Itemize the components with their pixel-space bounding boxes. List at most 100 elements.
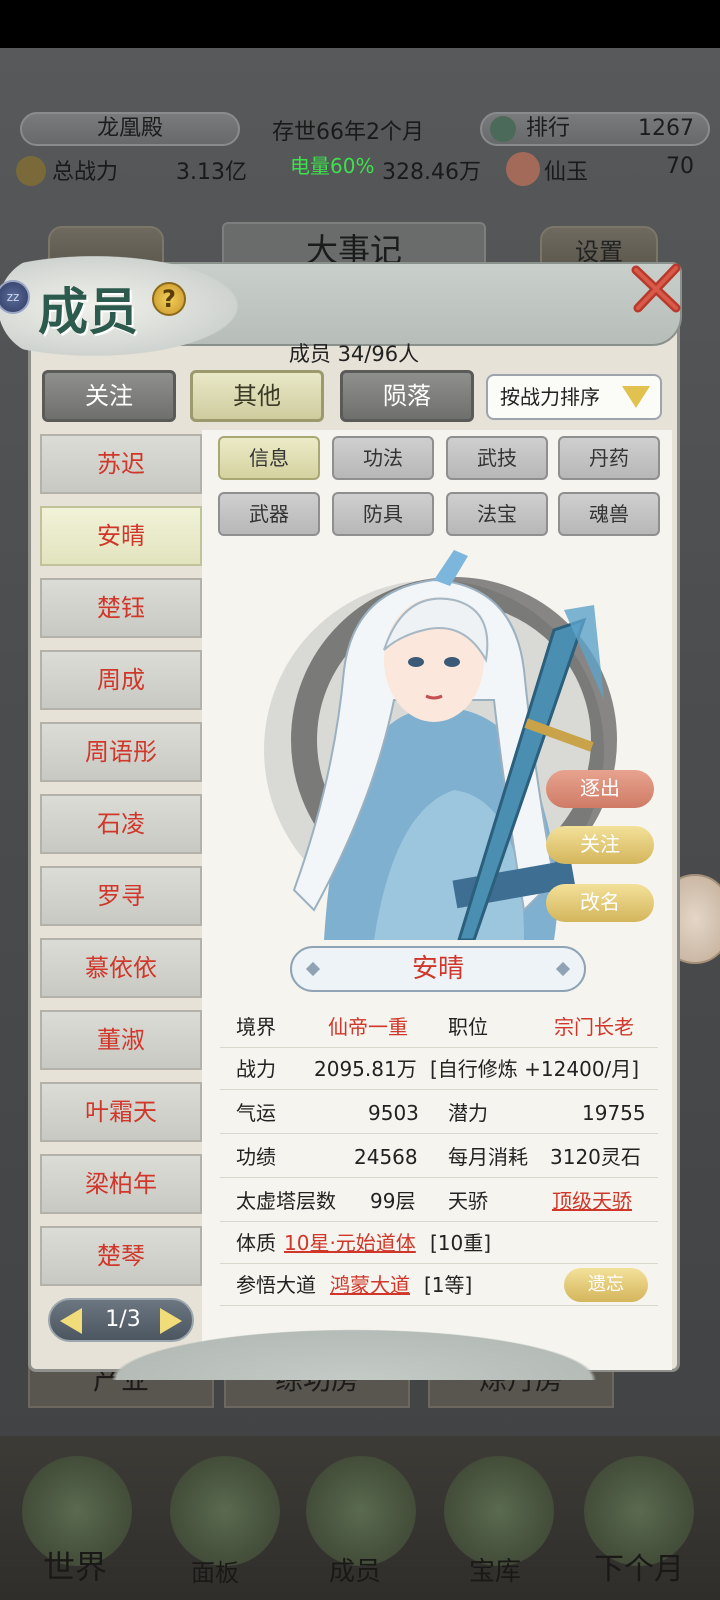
subtab-armor[interactable]: 防具 [332, 492, 434, 536]
rank-value: 1267 [638, 116, 694, 141]
physique-level: [10重] [430, 1231, 492, 1255]
status-bar [0, 0, 720, 48]
list-item[interactable]: 罗寻 [40, 866, 202, 926]
list-item[interactable]: 楚琴 [40, 1226, 202, 1286]
info-row-power: 战力 2095.81万 [自行修炼 +12400/月] [220, 1048, 658, 1090]
position-label: 职位 [448, 1015, 488, 1039]
panel-nav-icon [170, 1456, 280, 1566]
character-portrait [264, 550, 617, 940]
luck-label: 气运 [236, 1101, 276, 1125]
info-row-physique: 体质 10星·元始道体 [10重] [220, 1222, 658, 1264]
jade-value: 70 [666, 154, 694, 179]
dao-value[interactable]: 鸿蒙大道 [330, 1264, 410, 1306]
next-page-icon[interactable] [160, 1308, 182, 1334]
battery-indicator: 电量60% [290, 154, 375, 178]
member-list: 苏迟 安晴 楚钰 周成 周语彤 石凌 罗寻 慕依依 董淑 叶霜天 梁柏年 楚琴 [40, 434, 202, 1304]
chevron-down-icon [622, 386, 650, 408]
list-item[interactable]: 周成 [40, 650, 202, 710]
subtab-soul-beasts[interactable]: 魂兽 [558, 492, 660, 536]
physique-label: 体质 [236, 1231, 276, 1255]
prodigy-value[interactable]: 顶级天骄 [552, 1180, 632, 1222]
power-value: 2095.81万 [314, 1057, 417, 1081]
list-item[interactable]: 董淑 [40, 1010, 202, 1070]
sort-label: 按战力排序 [500, 385, 600, 409]
realm-value: 仙帝一重 [328, 1015, 408, 1039]
subtab-martial-skills[interactable]: 武技 [446, 436, 548, 480]
expel-button[interactable]: 逐出 [546, 770, 654, 808]
member-count: 成员 34/96人 [288, 342, 420, 366]
list-item[interactable]: 苏迟 [40, 434, 202, 494]
member-name-plate: 安晴 [290, 946, 586, 992]
diamond-icon [305, 961, 321, 977]
treasury-nav-icon [444, 1456, 554, 1566]
info-row-merit: 功绩 24568 每月消耗 3120灵石 [220, 1136, 658, 1178]
list-item[interactable]: 楚钰 [40, 578, 202, 638]
follow-button[interactable]: 关注 [546, 826, 654, 864]
sect-age: 存世66年2个月 [272, 120, 424, 145]
luck-value: 9503 [368, 1101, 419, 1125]
info-row-dao: 参悟大道 鸿蒙大道 [1等] 遗忘 [220, 1264, 658, 1306]
nav-world[interactable]: 世界 [10, 1542, 140, 1588]
rank-label: 排行 [526, 116, 571, 141]
subtab-info[interactable]: 信息 [218, 436, 320, 480]
list-item[interactable]: 安晴 [40, 506, 202, 566]
subtab-pills[interactable]: 丹药 [558, 436, 660, 480]
prodigy-label: 天骄 [448, 1189, 488, 1213]
list-item[interactable]: 梁柏年 [40, 1154, 202, 1214]
tower-value: 99层 [370, 1189, 416, 1213]
position-value: 宗门长老 [554, 1015, 634, 1039]
power-value: 3.13亿 [176, 160, 247, 185]
tab-other[interactable]: 其他 [190, 370, 324, 422]
dao-level: [1等] [424, 1273, 473, 1297]
potential-label: 潜力 [448, 1101, 488, 1125]
diamond-icon [555, 961, 571, 977]
rename-button[interactable]: 改名 [546, 884, 654, 922]
pagination: 1/3 [48, 1298, 194, 1342]
power-label: 总战力 [52, 160, 119, 185]
power-label: 战力 [236, 1057, 276, 1081]
subtab-treasures[interactable]: 法宝 [446, 492, 548, 536]
monthly-cost-value: 3120灵石 [550, 1145, 641, 1169]
tower-label: 太虚塔层数 [236, 1189, 336, 1213]
tab-follow[interactable]: 关注 [42, 370, 176, 422]
list-item[interactable]: 慕依依 [40, 938, 202, 998]
members-modal: zz 成员 ? 成员 34/96人 关注 其他 陨落 按战力排序 苏迟 安晴 楚… [0, 256, 690, 1380]
potential-value: 19755 [582, 1101, 646, 1125]
jade-icon [506, 152, 540, 186]
info-row-tower: 太虚塔层数 99层 天骄 顶级天骄 [220, 1180, 658, 1222]
subtab-techniques[interactable]: 功法 [332, 436, 434, 480]
realm-label: 境界 [236, 1015, 276, 1039]
modal-title: 成员 [38, 282, 138, 341]
close-icon[interactable] [626, 258, 686, 318]
bottom-nav: 世界 面板 成员 宝库 下个月 [0, 1436, 720, 1600]
rank-pill[interactable]: 排行 1267 [480, 112, 710, 146]
jade-label: 仙玉 [544, 160, 589, 185]
merit-value: 24568 [354, 1145, 418, 1169]
nav-panel[interactable]: 面板 [150, 1553, 280, 1588]
training-status: [自行修炼 +12400/月] [430, 1057, 640, 1081]
nav-members[interactable]: 成员 [290, 1551, 420, 1588]
location-pill: 龙凰殿 [20, 112, 240, 146]
info-row-realm: 境界 仙帝一重 职位 宗门长老 [220, 1006, 658, 1048]
members-nav-icon [306, 1456, 416, 1566]
spirit-value: 328.46万 [382, 160, 481, 185]
sort-dropdown[interactable]: 按战力排序 [486, 374, 662, 420]
physique-value[interactable]: 10星·元始道体 [284, 1222, 416, 1264]
member-info-table: 境界 仙帝一重 职位 宗门长老 战力 2095.81万 [自行修炼 +12400… [220, 1006, 658, 1346]
nav-next-month[interactable]: 下个月 [574, 1544, 704, 1588]
tab-fallen[interactable]: 陨落 [340, 370, 474, 422]
help-icon[interactable]: ? [152, 282, 186, 316]
list-item[interactable]: 叶霜天 [40, 1082, 202, 1142]
nav-treasury[interactable]: 宝库 [430, 1551, 560, 1588]
monthly-cost-label: 每月消耗 [448, 1145, 528, 1169]
list-item[interactable]: 周语彤 [40, 722, 202, 782]
list-item[interactable]: 石凌 [40, 794, 202, 854]
info-row-luck: 气运 9503 潜力 19755 [220, 1092, 658, 1134]
rank-icon [490, 116, 516, 142]
member-name: 安晴 [411, 954, 464, 984]
dao-label: 参悟大道 [236, 1273, 316, 1297]
subtab-weapons[interactable]: 武器 [218, 492, 320, 536]
power-icon [16, 156, 46, 186]
forget-button[interactable]: 遗忘 [564, 1268, 648, 1302]
merit-label: 功绩 [236, 1145, 276, 1169]
